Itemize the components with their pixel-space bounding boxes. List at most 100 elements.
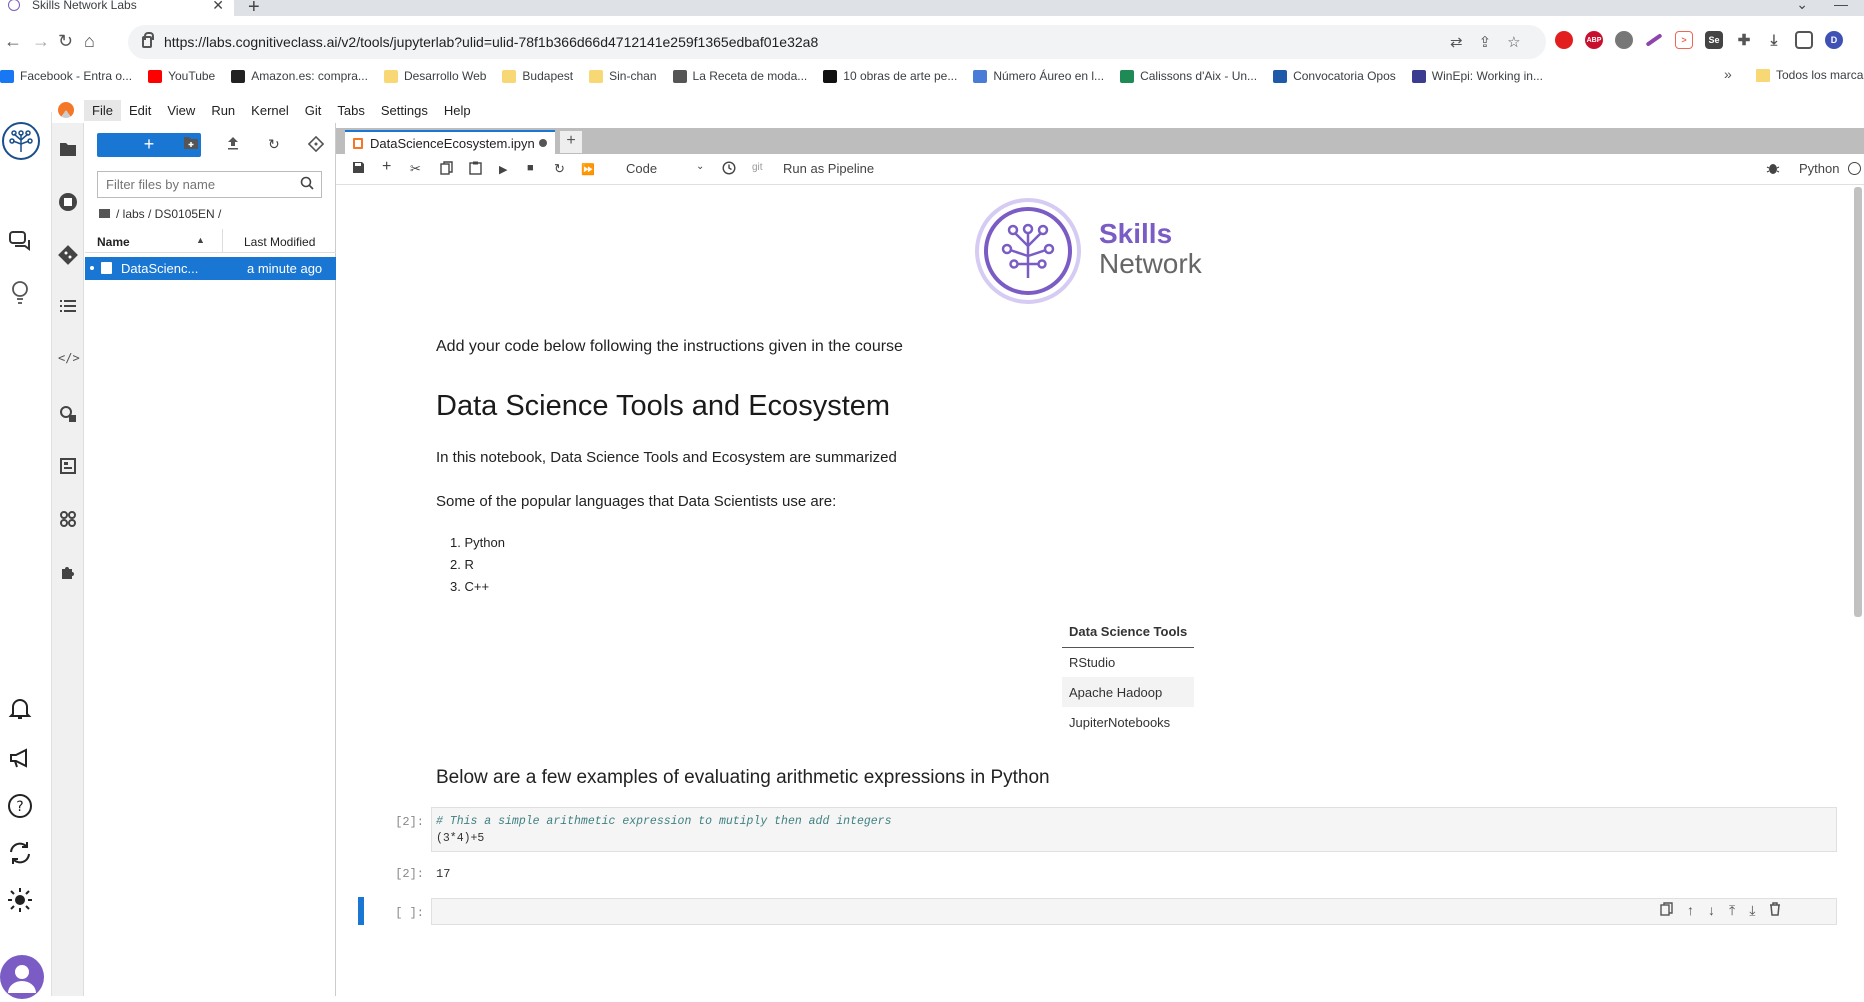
breadcrumb[interactable]: / labs / DS0105EN / [99, 207, 221, 221]
save-icon[interactable] [352, 161, 365, 177]
code-snippets-icon[interactable]: </> [58, 351, 80, 371]
delete-cell-icon[interactable] [1769, 902, 1781, 919]
property-inspector-icon[interactable] [58, 404, 78, 424]
lightbulb-icon[interactable] [6, 279, 34, 307]
new-tab-button[interactable]: + [560, 131, 582, 153]
copy-icon[interactable] [440, 161, 453, 178]
menu-help[interactable]: Help [436, 100, 479, 121]
sort-ascending-icon[interactable]: ▲ [196, 235, 205, 245]
duplicate-cell-icon[interactable] [1660, 902, 1673, 919]
reload-icon[interactable]: ↻ [58, 31, 73, 52]
notebook-tab-title[interactable]: DataScienceEcosystem.ipyn [370, 136, 535, 151]
megaphone-icon[interactable] [6, 745, 34, 773]
clock-icon[interactable] [722, 161, 736, 178]
table-of-contents-icon[interactable] [58, 298, 78, 318]
extension-manager-icon[interactable] [58, 563, 78, 583]
url-bar[interactable]: https://labs.cognitiveclass.ai/v2/tools/… [128, 25, 1546, 59]
bookmark-item[interactable]: Desarrollo Web [383, 69, 486, 83]
move-down-icon[interactable]: ↓ [1708, 902, 1715, 919]
bug-icon[interactable] [1766, 161, 1780, 178]
menu-view[interactable]: View [159, 100, 203, 121]
close-tab-icon[interactable]: ✕ [212, 0, 224, 14]
bookmark-item[interactable]: La Receta de moda... [672, 69, 807, 83]
bookmark-item[interactable]: Facebook - Entra o... [0, 69, 132, 83]
new-folder-icon[interactable] [183, 136, 199, 153]
side-panel-icon[interactable] [1795, 31, 1813, 49]
upload-icon[interactable] [226, 136, 240, 153]
column-last-modified[interactable]: Last Modified [244, 235, 315, 249]
empty-code-cell-editor[interactable] [431, 898, 1837, 925]
bookmark-item[interactable]: Número Áureo en l... [973, 69, 1104, 83]
restart-run-all-icon[interactable]: ⏩ [581, 163, 595, 176]
cut-icon[interactable]: ✂ [410, 161, 421, 177]
menu-tabs[interactable]: Tabs [329, 100, 372, 121]
bookmark-item[interactable]: YouTube [148, 69, 215, 83]
kernel-name[interactable]: Python [1799, 161, 1839, 176]
extension-pipeline-icon[interactable] [58, 457, 78, 477]
run-icon[interactable]: ▶ [499, 163, 507, 176]
bell-icon[interactable] [6, 696, 34, 724]
file-list-item[interactable]: DataScienc... a minute ago [85, 257, 336, 280]
column-name[interactable]: Name [97, 235, 130, 249]
cell-type-dropdown[interactable]: Code ⌄ [626, 161, 706, 176]
tab-search-icon[interactable]: ⌄ [1796, 0, 1808, 13]
bookmark-item[interactable]: 10 obras de arte pe... [823, 69, 957, 83]
git-icon[interactable] [58, 245, 78, 265]
restart-kernel-icon[interactable]: ↻ [554, 161, 565, 177]
refresh-icon[interactable]: ↻ [268, 136, 280, 153]
bookmark-item[interactable]: Convocatoria Opos [1273, 69, 1396, 83]
insert-cell-icon[interactable]: + [382, 158, 391, 176]
insert-above-icon[interactable]: ⤒ [1729, 902, 1735, 919]
download-icon[interactable]: ⤓ [1765, 31, 1783, 49]
translate-icon[interactable]: ⇄ [1450, 33, 1463, 51]
forward-icon[interactable]: → [32, 31, 50, 52]
share-icon[interactable]: ⇪ [1479, 33, 1492, 51]
paste-icon[interactable] [469, 161, 482, 178]
menu-file[interactable]: File [84, 99, 121, 121]
file-name[interactable]: DataScienc... [121, 261, 198, 276]
pen-icon[interactable] [1645, 33, 1663, 47]
bookmark-star-icon[interactable]: ☆ [1507, 33, 1520, 51]
breadcrumb-path[interactable]: / labs / DS0105EN / [116, 207, 221, 221]
menu-run[interactable]: Run [203, 100, 243, 121]
menu-kernel[interactable]: Kernel [243, 100, 297, 121]
menu-settings[interactable]: Settings [373, 100, 436, 121]
run-as-pipeline-button[interactable]: Run as Pipeline [783, 161, 874, 176]
chat-icon[interactable] [6, 228, 34, 256]
bookmark-item[interactable]: Sin-chan [589, 69, 657, 83]
extension-red-icon[interactable] [1555, 31, 1573, 49]
git-label[interactable]: git [752, 162, 763, 173]
sync-icon[interactable] [6, 839, 34, 867]
notebook-tab[interactable]: DataScienceEcosystem.ipyn [345, 130, 555, 154]
adblock-icon[interactable]: ABP [1585, 31, 1603, 49]
minimize-icon[interactable]: — [1834, 0, 1848, 13]
menu-git[interactable]: Git [297, 100, 330, 121]
insert-below-icon[interactable]: ⤓ [1749, 902, 1755, 919]
filter-files-input[interactable] [97, 171, 322, 198]
components-icon[interactable] [58, 510, 78, 530]
notebook-scrollbar[interactable] [1854, 187, 1862, 617]
menu-edit[interactable]: Edit [121, 100, 159, 121]
unsaved-dot-icon[interactable] [538, 139, 547, 147]
browser-tab[interactable]: Skills Network Labs ✕ [0, 0, 234, 16]
skills-network-logo-icon[interactable] [2, 122, 40, 160]
puzzle-icon[interactable]: ✚ [1735, 31, 1753, 49]
user-avatar-icon[interactable] [0, 955, 44, 999]
back-icon[interactable]: ← [4, 31, 22, 52]
all-bookmarks[interactable]: Todos los marca [1756, 68, 1863, 82]
bug-icon[interactable] [1615, 31, 1633, 49]
cast-icon[interactable]: > [1675, 31, 1693, 49]
selenium-icon[interactable]: Se [1705, 31, 1723, 49]
move-up-icon[interactable]: ↑ [1687, 902, 1694, 919]
bookmark-item[interactable]: Amazon.es: compra... [231, 69, 368, 83]
code-cell-editor[interactable]: # This a simple arithmetic expression to… [431, 807, 1837, 852]
help-icon[interactable]: ? [6, 792, 34, 820]
url-text[interactable]: https://labs.cognitiveclass.ai/v2/tools/… [164, 34, 818, 50]
home-icon[interactable]: ⌂ [84, 31, 95, 52]
more-bookmarks-icon[interactable]: » [1724, 66, 1732, 82]
bookmark-item[interactable]: Calissons d'Aix - Un... [1120, 69, 1257, 83]
bookmark-item[interactable]: WinEpi: Working in... [1411, 69, 1543, 83]
git-clone-icon[interactable] [307, 135, 325, 155]
folder-icon[interactable] [58, 141, 78, 161]
bookmark-item[interactable]: Budapest [502, 69, 573, 83]
